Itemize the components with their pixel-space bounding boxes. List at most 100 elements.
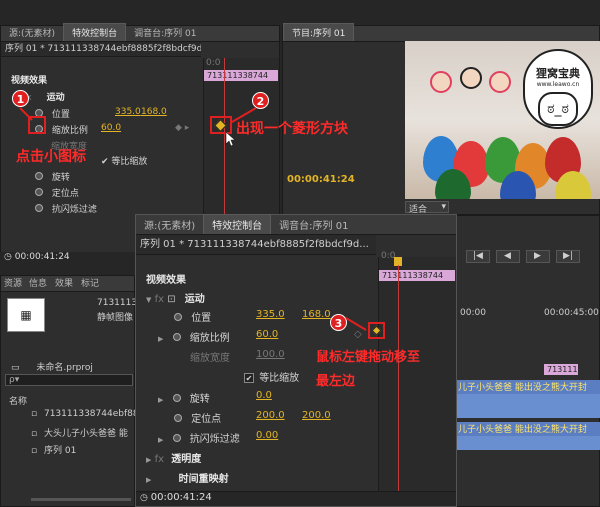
stopwatch-icon[interactable] [174, 414, 182, 422]
expand-triangle-icon[interactable]: ▶ [146, 456, 151, 464]
position-y-value[interactable]: 168.0 [302, 309, 331, 320]
audio-track-2[interactable] [456, 436, 600, 450]
keyframe-nav-icon[interactable]: ◆ ▸ [175, 123, 189, 133]
position-label: 位置 [51, 110, 70, 120]
tab-effect-controls[interactable]: 特效控制台 [203, 214, 272, 234]
video-track-2[interactable]: 儿子小头爸爸 能出没之熊大开封 [456, 422, 600, 436]
anchor-x-value[interactable]: 200.0 [256, 410, 285, 421]
step-forward-button[interactable]: ▶| [556, 250, 580, 263]
column-header-name[interactable]: 名称 [9, 394, 27, 407]
folder-icon: ▭ [11, 363, 20, 373]
scale-label: 缩放比例 [51, 126, 88, 136]
anchor-y-value[interactable]: 200.0 [302, 410, 331, 421]
motion-label: 运动 [184, 294, 205, 305]
rotation-label: 旋转 [189, 394, 210, 405]
tab-markers[interactable]: 标记 [77, 274, 103, 291]
uniform-scale-label: 等比缩放 [259, 373, 300, 384]
motion-row[interactable]: ▼ fx ⊡ 运动 [146, 290, 205, 305]
checkbox-checked-icon[interactable]: ✔ [101, 157, 109, 167]
tab-info[interactable]: 信息 [25, 274, 51, 291]
position-y-value[interactable]: 168.0 [141, 107, 167, 117]
step-2-marker: 2 [252, 92, 269, 109]
keyframe-highlight-box [210, 116, 232, 134]
search-input[interactable]: ρ▾ [5, 374, 133, 386]
tab-source[interactable]: 源:(无素材) [1, 24, 63, 41]
checkbox-checked-icon[interactable]: ✔ [244, 373, 254, 383]
keyframe-nav-icon[interactable]: ◇ [354, 329, 362, 340]
back-footer-timecode[interactable]: 00:00:41:24 [15, 252, 70, 262]
play-back-button[interactable]: |◀ [466, 250, 490, 263]
video-effects-heading: 视频效果 [11, 76, 48, 86]
stopwatch-highlight-box [28, 116, 46, 134]
expand-triangle-icon[interactable]: ▶ [158, 335, 163, 343]
time-remap-row[interactable]: ▶ 时间重映射 [146, 470, 229, 485]
sequence-header: 序列 01 * 713111338744ebf8885f2f8bdcf9d... [1, 42, 201, 57]
stopwatch-icon[interactable] [35, 188, 43, 196]
timeline-clip[interactable]: 713111 [544, 364, 578, 375]
clip-bar[interactable]: 713111338744 [379, 270, 455, 281]
opacity-row[interactable]: ▶ fx 透明度 [146, 450, 201, 465]
chevron-down-icon: ▾ [441, 202, 446, 212]
expand-triangle-icon[interactable]: ▶ [158, 436, 163, 444]
forward-icon: ▶| [563, 251, 573, 261]
video-track[interactable]: 儿子小头爸爸 能出没之熊大开封 [456, 380, 600, 394]
timeline-time-b: 00:00:45:00 [544, 308, 599, 318]
position-row: 位置 335.0 168.0 [174, 309, 331, 324]
tab-audio-mixer[interactable]: 调音台:序列 01 [271, 215, 356, 234]
list-item[interactable]: ▫ 序列 01 [31, 443, 76, 456]
step-2-text: 出现一个菱形方块 [236, 121, 348, 137]
expand-triangle-icon[interactable]: ▶ [158, 396, 163, 404]
tab-resources[interactable]: 资源 [1, 274, 25, 291]
scale-value[interactable]: 60.0 [256, 329, 278, 340]
uniform-scale-row[interactable]: ✔ 等比缩放 [101, 154, 147, 167]
tab-source[interactable]: 源:(无素材) [136, 215, 203, 234]
effect-timeline-area[interactable]: 0:0 713111338744 [378, 251, 456, 493]
program-timecode[interactable]: 00:00:41:24 [287, 174, 355, 185]
tab-effect-controls[interactable]: 特效控制台 [63, 23, 127, 41]
stopwatch-icon[interactable] [35, 204, 43, 212]
zoom-slider[interactable] [31, 498, 131, 501]
thumbnail-clip-type: 静帧图像 [97, 313, 134, 323]
video-effects-heading: 视频效果 [146, 275, 186, 286]
stopwatch-icon[interactable] [172, 333, 181, 341]
stopwatch-icon[interactable] [35, 172, 43, 180]
play-icon: ▶ [534, 251, 541, 261]
rotation-value[interactable]: 0.0 [256, 390, 272, 401]
motion-label: 运动 [46, 93, 65, 103]
anti-flicker-label: 抗闪烁过滤 [51, 205, 97, 215]
tab-effects[interactable]: 效果 [51, 274, 77, 291]
image-file-icon: ▫ [31, 409, 38, 419]
footer: ◷ 00:00:41:24 [136, 491, 456, 506]
tab-bar: 源:(无素材) 特效控制台 调音台:序列 01 [1, 23, 279, 42]
tab-audio-mixer[interactable]: 调音台:序列 01 [126, 24, 204, 41]
anchor-row: 定位点 200.0 200.0 [174, 410, 331, 425]
expand-triangle-icon[interactable]: ▶ [146, 476, 151, 484]
clip-thumbnail: ▦ [7, 298, 45, 332]
tab-bar: 资源 信息 效果 标记 [1, 276, 134, 292]
stopwatch-icon[interactable] [172, 434, 181, 442]
position-x-value[interactable]: 335.0 [115, 107, 141, 117]
step-back-icon: |◀ [473, 251, 483, 261]
step-back-button[interactable]: ◀ [496, 250, 520, 263]
rotation-row: ▶ 旋转 0.0 [158, 390, 272, 405]
clip-bar[interactable]: 713111338744 [204, 70, 278, 81]
playhead[interactable] [398, 265, 399, 493]
anti-flicker-value[interactable]: 0.00 [256, 430, 278, 441]
list-item-label: 大头儿子小头爸爸 能 [43, 429, 128, 439]
position-x-value[interactable]: 335.0 [256, 309, 285, 320]
stopwatch-icon[interactable] [172, 394, 181, 402]
footer-timecode[interactable]: 00:00:41:24 [151, 492, 212, 503]
doll-figure [430, 71, 452, 93]
fit-dropdown[interactable]: 适合 ▾ [405, 201, 449, 215]
uniform-scale-row[interactable]: ✔ 等比缩放 [244, 369, 299, 384]
collapse-triangle-icon[interactable]: ▼ [146, 296, 151, 304]
stopwatch-icon[interactable] [174, 313, 182, 321]
tab-program[interactable]: 节目:序列 01 [283, 23, 355, 41]
step-3-text-line2: 最左边 [316, 374, 356, 389]
anchor-row: 定位点 [35, 186, 79, 199]
audio-track[interactable] [456, 394, 600, 418]
anti-flicker-row: ▶ 抗闪烁过滤 0.00 [158, 430, 278, 445]
scale-value[interactable]: 60.0 [101, 123, 121, 133]
list-item[interactable]: ▫ 大头儿子小头爸爸 能 [31, 426, 128, 439]
play-button[interactable]: ▶ [526, 250, 550, 263]
